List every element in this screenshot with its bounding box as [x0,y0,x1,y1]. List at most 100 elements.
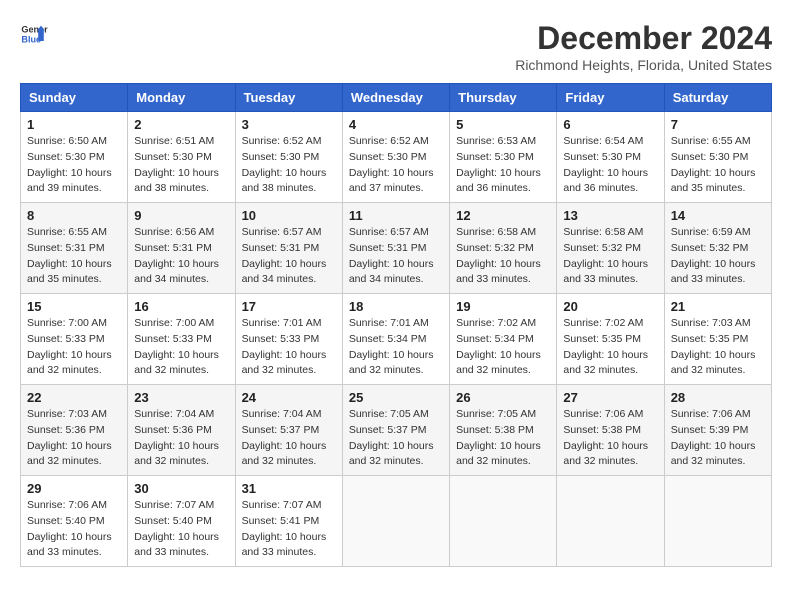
day-number: 27 [563,390,657,405]
day-info: Sunrise: 6:58 AM Sunset: 5:32 PM Dayligh… [456,225,550,288]
day-info: Sunrise: 7:07 AM Sunset: 5:40 PM Dayligh… [134,498,228,561]
svg-text:Blue: Blue [21,34,41,44]
day-number: 17 [242,299,336,314]
day-number: 9 [134,208,228,223]
calendar-cell: 20 Sunrise: 7:02 AM Sunset: 5:35 PM Dayl… [557,294,664,385]
day-number: 20 [563,299,657,314]
calendar-cell [342,476,449,567]
day-info: Sunrise: 7:04 AM Sunset: 5:37 PM Dayligh… [242,407,336,470]
day-number: 29 [27,481,121,496]
day-info: Sunrise: 6:54 AM Sunset: 5:30 PM Dayligh… [563,134,657,197]
calendar-week-row: 29 Sunrise: 7:06 AM Sunset: 5:40 PM Dayl… [21,476,772,567]
weekday-header-row: SundayMondayTuesdayWednesdayThursdayFrid… [21,84,772,112]
day-number: 15 [27,299,121,314]
day-info: Sunrise: 6:51 AM Sunset: 5:30 PM Dayligh… [134,134,228,197]
calendar-table: SundayMondayTuesdayWednesdayThursdayFrid… [20,83,772,567]
day-info: Sunrise: 7:01 AM Sunset: 5:34 PM Dayligh… [349,316,443,379]
day-number: 12 [456,208,550,223]
day-info: Sunrise: 6:57 AM Sunset: 5:31 PM Dayligh… [242,225,336,288]
day-number: 2 [134,117,228,132]
day-info: Sunrise: 6:56 AM Sunset: 5:31 PM Dayligh… [134,225,228,288]
day-number: 13 [563,208,657,223]
calendar-cell [450,476,557,567]
day-number: 4 [349,117,443,132]
calendar-cell: 9 Sunrise: 6:56 AM Sunset: 5:31 PM Dayli… [128,203,235,294]
day-info: Sunrise: 6:52 AM Sunset: 5:30 PM Dayligh… [242,134,336,197]
day-number: 16 [134,299,228,314]
calendar-week-row: 8 Sunrise: 6:55 AM Sunset: 5:31 PM Dayli… [21,203,772,294]
calendar-cell: 12 Sunrise: 6:58 AM Sunset: 5:32 PM Dayl… [450,203,557,294]
calendar-cell: 14 Sunrise: 6:59 AM Sunset: 5:32 PM Dayl… [664,203,771,294]
calendar-cell: 18 Sunrise: 7:01 AM Sunset: 5:34 PM Dayl… [342,294,449,385]
day-number: 31 [242,481,336,496]
calendar-cell: 23 Sunrise: 7:04 AM Sunset: 5:36 PM Dayl… [128,385,235,476]
day-info: Sunrise: 6:59 AM Sunset: 5:32 PM Dayligh… [671,225,765,288]
calendar-cell: 4 Sunrise: 6:52 AM Sunset: 5:30 PM Dayli… [342,112,449,203]
logo-icon: General Blue [20,20,48,48]
day-info: Sunrise: 6:53 AM Sunset: 5:30 PM Dayligh… [456,134,550,197]
calendar-cell [664,476,771,567]
calendar-cell: 19 Sunrise: 7:02 AM Sunset: 5:34 PM Dayl… [450,294,557,385]
month-title: December 2024 [515,20,772,57]
day-info: Sunrise: 6:52 AM Sunset: 5:30 PM Dayligh… [349,134,443,197]
calendar-cell: 21 Sunrise: 7:03 AM Sunset: 5:35 PM Dayl… [664,294,771,385]
calendar-cell: 1 Sunrise: 6:50 AM Sunset: 5:30 PM Dayli… [21,112,128,203]
day-number: 11 [349,208,443,223]
calendar-cell: 2 Sunrise: 6:51 AM Sunset: 5:30 PM Dayli… [128,112,235,203]
day-info: Sunrise: 7:05 AM Sunset: 5:37 PM Dayligh… [349,407,443,470]
calendar-cell: 24 Sunrise: 7:04 AM Sunset: 5:37 PM Dayl… [235,385,342,476]
calendar-week-row: 15 Sunrise: 7:00 AM Sunset: 5:33 PM Dayl… [21,294,772,385]
calendar-cell: 16 Sunrise: 7:00 AM Sunset: 5:33 PM Dayl… [128,294,235,385]
day-number: 30 [134,481,228,496]
weekday-header-friday: Friday [557,84,664,112]
day-info: Sunrise: 7:01 AM Sunset: 5:33 PM Dayligh… [242,316,336,379]
calendar-cell: 29 Sunrise: 7:06 AM Sunset: 5:40 PM Dayl… [21,476,128,567]
day-info: Sunrise: 7:06 AM Sunset: 5:40 PM Dayligh… [27,498,121,561]
day-info: Sunrise: 7:03 AM Sunset: 5:35 PM Dayligh… [671,316,765,379]
day-number: 24 [242,390,336,405]
day-info: Sunrise: 6:55 AM Sunset: 5:30 PM Dayligh… [671,134,765,197]
day-info: Sunrise: 7:05 AM Sunset: 5:38 PM Dayligh… [456,407,550,470]
weekday-header-saturday: Saturday [664,84,771,112]
day-number: 7 [671,117,765,132]
day-info: Sunrise: 7:04 AM Sunset: 5:36 PM Dayligh… [134,407,228,470]
logo: General Blue [20,20,48,48]
calendar-cell: 28 Sunrise: 7:06 AM Sunset: 5:39 PM Dayl… [664,385,771,476]
day-info: Sunrise: 7:06 AM Sunset: 5:38 PM Dayligh… [563,407,657,470]
day-number: 3 [242,117,336,132]
day-number: 10 [242,208,336,223]
calendar-cell: 17 Sunrise: 7:01 AM Sunset: 5:33 PM Dayl… [235,294,342,385]
day-info: Sunrise: 6:57 AM Sunset: 5:31 PM Dayligh… [349,225,443,288]
day-number: 18 [349,299,443,314]
page-header: General Blue December 2024 Richmond Heig… [20,20,772,73]
calendar-cell: 13 Sunrise: 6:58 AM Sunset: 5:32 PM Dayl… [557,203,664,294]
weekday-header-thursday: Thursday [450,84,557,112]
calendar-cell: 10 Sunrise: 6:57 AM Sunset: 5:31 PM Dayl… [235,203,342,294]
weekday-header-wednesday: Wednesday [342,84,449,112]
location-subtitle: Richmond Heights, Florida, United States [515,57,772,73]
day-info: Sunrise: 6:58 AM Sunset: 5:32 PM Dayligh… [563,225,657,288]
weekday-header-sunday: Sunday [21,84,128,112]
day-number: 22 [27,390,121,405]
calendar-cell: 3 Sunrise: 6:52 AM Sunset: 5:30 PM Dayli… [235,112,342,203]
day-number: 5 [456,117,550,132]
day-number: 25 [349,390,443,405]
title-area: December 2024 Richmond Heights, Florida,… [515,20,772,73]
calendar-cell: 11 Sunrise: 6:57 AM Sunset: 5:31 PM Dayl… [342,203,449,294]
day-number: 14 [671,208,765,223]
day-info: Sunrise: 6:55 AM Sunset: 5:31 PM Dayligh… [27,225,121,288]
calendar-cell: 27 Sunrise: 7:06 AM Sunset: 5:38 PM Dayl… [557,385,664,476]
calendar-cell: 30 Sunrise: 7:07 AM Sunset: 5:40 PM Dayl… [128,476,235,567]
weekday-header-tuesday: Tuesday [235,84,342,112]
calendar-cell: 22 Sunrise: 7:03 AM Sunset: 5:36 PM Dayl… [21,385,128,476]
day-info: Sunrise: 7:00 AM Sunset: 5:33 PM Dayligh… [27,316,121,379]
day-info: Sunrise: 7:02 AM Sunset: 5:34 PM Dayligh… [456,316,550,379]
day-info: Sunrise: 7:02 AM Sunset: 5:35 PM Dayligh… [563,316,657,379]
calendar-cell: 5 Sunrise: 6:53 AM Sunset: 5:30 PM Dayli… [450,112,557,203]
calendar-week-row: 22 Sunrise: 7:03 AM Sunset: 5:36 PM Dayl… [21,385,772,476]
day-info: Sunrise: 7:03 AM Sunset: 5:36 PM Dayligh… [27,407,121,470]
calendar-cell: 26 Sunrise: 7:05 AM Sunset: 5:38 PM Dayl… [450,385,557,476]
calendar-cell: 15 Sunrise: 7:00 AM Sunset: 5:33 PM Dayl… [21,294,128,385]
calendar-cell: 25 Sunrise: 7:05 AM Sunset: 5:37 PM Dayl… [342,385,449,476]
day-info: Sunrise: 7:07 AM Sunset: 5:41 PM Dayligh… [242,498,336,561]
